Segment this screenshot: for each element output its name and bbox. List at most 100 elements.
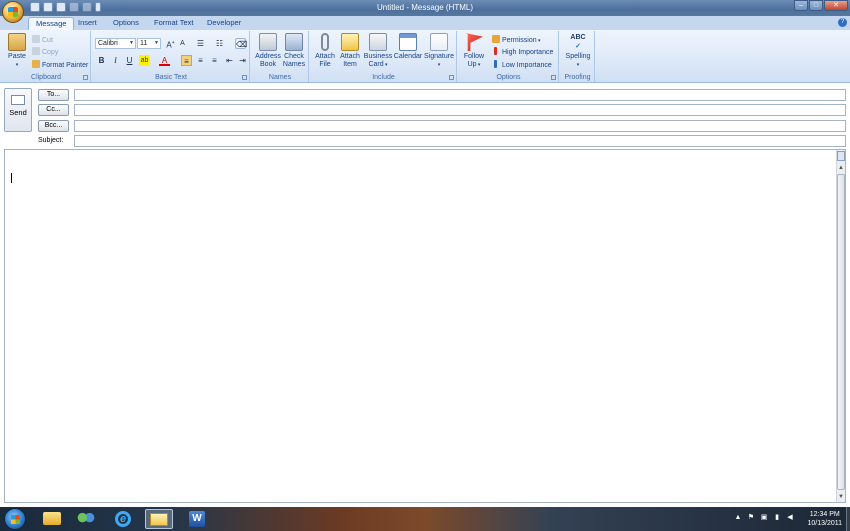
tab-developer[interactable]: Developer: [207, 17, 241, 30]
calendar-button[interactable]: Calendar: [393, 33, 423, 61]
format-painter-button[interactable]: Format Painter: [32, 60, 88, 70]
ribbon-tabs: Message Insert Options Format Text Devel…: [0, 16, 850, 30]
cut-button[interactable]: Cut: [32, 35, 53, 45]
bcc-button[interactable]: Bcc...: [38, 120, 69, 132]
align-center-icon[interactable]: ≡: [195, 55, 206, 66]
send-button[interactable]: Send: [4, 88, 32, 132]
office-logo-icon: [8, 7, 18, 17]
shrink-font-icon[interactable]: A: [177, 38, 188, 49]
include-launcher[interactable]: [449, 75, 454, 80]
attach-file-button[interactable]: Attach File: [313, 33, 337, 69]
show-hidden-icons-icon[interactable]: ▲: [734, 514, 742, 522]
outlook-message-taskbar-icon[interactable]: [145, 509, 173, 529]
proofing-label: Proofing: [564, 74, 591, 81]
cc-field[interactable]: [74, 104, 846, 116]
volume-icon[interactable]: ◀: [786, 514, 794, 522]
undo-icon[interactable]: [43, 2, 53, 12]
view-ruler-icon[interactable]: [837, 151, 845, 161]
permission-button[interactable]: Permission ▾: [492, 35, 541, 46]
network-icon[interactable]: ▮: [773, 514, 781, 522]
exclamation-icon: [494, 47, 497, 55]
send-envelope-icon: [11, 95, 25, 105]
subject-label: Subject:: [38, 137, 64, 144]
scroll-thumb[interactable]: [837, 174, 845, 490]
word-taskbar-icon[interactable]: W: [183, 509, 211, 529]
attach-item-button[interactable]: Attach Item: [338, 33, 362, 69]
show-desktop-button[interactable]: [846, 507, 850, 531]
message-body[interactable]: ▲ ▼: [4, 149, 846, 503]
highlight-icon[interactable]: ab: [139, 55, 150, 66]
clock[interactable]: 12:34 PM 10/13/2011: [807, 510, 842, 528]
close-button[interactable]: ✕: [824, 0, 848, 11]
clock-date: 10/13/2011: [807, 520, 842, 527]
low-importance-button[interactable]: Low Importance: [492, 60, 552, 70]
follow-up-button[interactable]: Follow Up ▾: [461, 33, 487, 69]
to-button[interactable]: To...: [38, 89, 69, 101]
align-left-icon[interactable]: ≡: [181, 55, 192, 66]
spelling-button[interactable]: ABC ✓ Spelling ▾: [563, 33, 593, 69]
next-item-icon[interactable]: [82, 2, 92, 12]
tab-insert[interactable]: Insert: [78, 17, 97, 30]
scroll-up-icon[interactable]: ▲: [838, 165, 844, 171]
clipboard-launcher[interactable]: [83, 75, 88, 80]
explorer-taskbar-icon[interactable]: [38, 509, 66, 529]
bcc-field[interactable]: [74, 120, 846, 132]
window-controls: – □ ✕: [793, 0, 848, 11]
start-button[interactable]: [4, 508, 26, 530]
maximize-button[interactable]: □: [809, 0, 823, 11]
minimize-button[interactable]: –: [794, 0, 808, 11]
scroll-down-icon[interactable]: ▼: [838, 494, 844, 500]
clear-formatting-icon[interactable]: ⌫: [235, 38, 247, 49]
high-importance-button[interactable]: High Importance: [492, 47, 553, 57]
cc-button[interactable]: Cc...: [38, 104, 69, 116]
basic-text-label: Basic Text: [155, 74, 187, 81]
tab-options[interactable]: Options: [113, 17, 139, 30]
tab-message[interactable]: Message: [28, 17, 75, 30]
vertical-scrollbar[interactable]: ▲ ▼: [836, 150, 845, 502]
basic-text-launcher[interactable]: [242, 75, 247, 80]
to-field[interactable]: [74, 89, 846, 101]
quick-access-toolbar: [30, 2, 101, 12]
people-taskbar-icon[interactable]: [72, 509, 100, 529]
decrease-indent-icon[interactable]: ⇤: [224, 55, 235, 66]
display-icon[interactable]: ▣: [760, 514, 768, 522]
signature-button[interactable]: Signature ▾: [423, 33, 455, 69]
tab-format-text[interactable]: Format Text: [154, 17, 193, 30]
font-color-icon[interactable]: A: [159, 55, 170, 66]
save-icon[interactable]: [30, 2, 40, 12]
previous-item-icon[interactable]: [69, 2, 79, 12]
system-tray: ▲ ⚑ ▣ ▮ ◀: [734, 514, 794, 522]
include-label: Include: [372, 74, 395, 81]
taskbar: e W ▲ ⚑ ▣ ▮ ◀ 12:34 PM 10/13/2011: [0, 507, 850, 531]
business-card-button[interactable]: Business Card ▾: [363, 33, 393, 69]
font-size-box[interactable]: 11 ▼: [137, 38, 161, 49]
calendar-icon: [399, 33, 417, 51]
font-name-box[interactable]: Calibri ▼: [95, 38, 136, 49]
check-names-button[interactable]: Check Names: [281, 33, 307, 69]
address-book-button[interactable]: Address Book: [254, 33, 282, 69]
options-launcher[interactable]: [551, 75, 556, 80]
ribbon: Paste ▾ Cut Copy Format Painter Clipboard…: [0, 30, 850, 83]
envelope-icon: [341, 33, 359, 51]
copy-icon: [32, 47, 40, 55]
paste-button[interactable]: Paste ▾: [5, 33, 29, 69]
grow-font-icon[interactable]: A+: [165, 38, 176, 50]
italic-icon[interactable]: I: [110, 55, 121, 66]
underline-icon[interactable]: U: [124, 55, 135, 66]
align-right-icon[interactable]: ≡: [209, 55, 220, 66]
increase-indent-icon[interactable]: ⇥: [237, 55, 248, 66]
subject-field[interactable]: [74, 135, 846, 147]
office-button[interactable]: [2, 1, 24, 23]
bold-icon[interactable]: B: [96, 55, 107, 66]
copy-button[interactable]: Copy: [32, 47, 58, 57]
names-group: Address Book Check Names Names: [252, 31, 309, 82]
numbering-icon[interactable]: ☷: [214, 38, 225, 49]
windows-logo-icon: [11, 515, 20, 524]
customize-qat-icon[interactable]: [95, 2, 101, 12]
help-icon[interactable]: ?: [838, 18, 847, 27]
address-book-icon: [259, 33, 277, 51]
action-center-flag-icon[interactable]: ⚑: [747, 514, 755, 522]
bullets-icon[interactable]: ☰: [195, 38, 206, 49]
redo-icon[interactable]: [56, 2, 66, 12]
internet-explorer-taskbar-icon[interactable]: e: [109, 509, 137, 529]
